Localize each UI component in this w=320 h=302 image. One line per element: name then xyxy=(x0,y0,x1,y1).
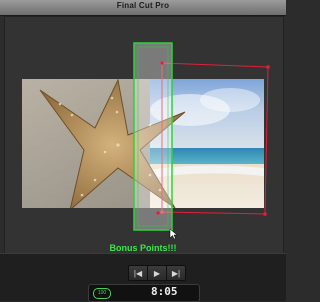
selected-clip-highlight xyxy=(134,43,172,230)
playback-controls: |◀ ▶ ▶| xyxy=(128,265,186,281)
previous-frame-button[interactable]: |◀ xyxy=(129,266,148,280)
overlay-title-text: Bonus Points!!! xyxy=(109,243,177,253)
next-frame-button[interactable]: ▶| xyxy=(167,266,185,280)
transport-bar: |◀ ▶ ▶| 100 8:05 xyxy=(0,253,286,302)
timecode-value: 8:05 xyxy=(151,285,178,298)
skip-back-icon: |◀ xyxy=(133,268,143,278)
play-button[interactable]: ▶ xyxy=(148,266,167,280)
skip-forward-icon: ▶| xyxy=(171,268,181,278)
timecode-display[interactable]: 100 8:05 xyxy=(88,284,200,302)
cursor-icon xyxy=(169,228,178,240)
play-icon: ▶ xyxy=(153,268,161,278)
viewer-canvas xyxy=(22,42,270,240)
frame-rate-badge: 100 xyxy=(93,288,111,299)
